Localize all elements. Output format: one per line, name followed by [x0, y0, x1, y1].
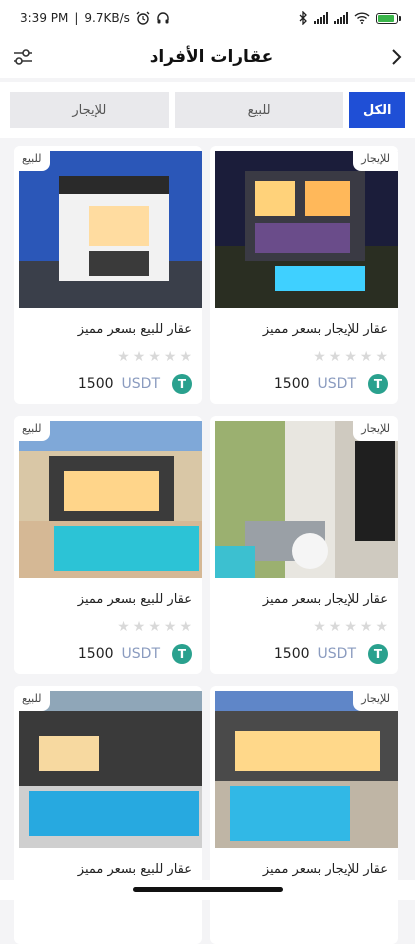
card-badge: للإيجار — [353, 416, 398, 441]
star-icon: ★ — [148, 619, 161, 635]
star-icon: ★ — [117, 619, 130, 635]
price-unit: USDT — [317, 376, 356, 392]
tab-all-label: الكل — [362, 102, 392, 118]
tether-icon: T — [368, 374, 388, 394]
rating-stars: ★ ★ ★ ★ ★ — [117, 350, 192, 364]
price-row: T USDT 1500 — [78, 374, 192, 394]
star-icon: ★ — [313, 619, 326, 635]
tab-all[interactable]: الكل — [349, 92, 405, 128]
status-time: 3:39 PM — [20, 11, 69, 25]
card-badge: للبيع — [14, 686, 50, 711]
star-icon: ★ — [179, 349, 192, 365]
price-row: T USDT 1500 — [78, 644, 192, 664]
tether-icon: T — [172, 374, 192, 394]
property-card[interactable]: للبيع عقار للبيع بسعر مميز ★ ★ ★ ★ ★ T USDT … — [14, 146, 202, 404]
card-title: عقار للبيع بسعر مميز — [77, 862, 192, 877]
chevron-right-icon[interactable] — [389, 47, 403, 67]
star-icon: ★ — [375, 349, 388, 365]
star-icon: ★ — [148, 349, 161, 365]
star-icon: ★ — [328, 619, 342, 635]
star-icon: ★ — [163, 619, 177, 635]
home-indicator[interactable] — [133, 887, 283, 892]
card-badge: للإيجار — [353, 686, 398, 711]
price-value: 1500 — [77, 376, 114, 392]
status-left: 3:39 PM | 9.7KB/s — [20, 11, 170, 25]
property-image — [19, 421, 202, 578]
card-badge: للبيع — [14, 146, 50, 171]
star-icon: ★ — [132, 349, 146, 365]
property-image — [19, 151, 202, 308]
star-icon: ★ — [344, 349, 357, 365]
property-image — [19, 691, 202, 848]
property-card[interactable]: للبيع عقار للبيع بسعر مميز — [14, 686, 202, 944]
alarm-icon — [136, 11, 150, 25]
card-title: عقار للبيع بسعر مميز — [77, 592, 192, 607]
status-speed: 9.7KB/s — [84, 11, 130, 25]
star-icon: ★ — [328, 349, 342, 365]
star-icon: ★ — [179, 619, 192, 635]
card-title: عقار للإيجار بسعر مميز — [262, 592, 388, 607]
signal-icon — [314, 12, 328, 24]
headset-icon — [157, 12, 169, 24]
wifi-icon — [354, 12, 370, 24]
price-value: 1500 — [77, 646, 114, 662]
tether-icon: T — [368, 644, 388, 664]
star-icon: ★ — [163, 349, 177, 365]
property-card[interactable]: للإيجار عقار للإيجار بسعر مميز — [210, 686, 398, 944]
property-card[interactable]: للإيجار عقار للإيجار بسعر مميز ★ ★ ★ ★ ★ T U… — [210, 146, 398, 404]
battery-icon — [376, 12, 401, 24]
star-icon: ★ — [344, 619, 357, 635]
page-title: عقارات الأفراد — [149, 47, 274, 67]
property-card[interactable]: للبيع عقار للبيع بسعر مميز ★ ★ ★ ★ ★ T USDT … — [14, 416, 202, 674]
property-image — [215, 421, 398, 578]
price-value: 1500 — [273, 646, 310, 662]
property-image — [215, 691, 398, 848]
status-separator: | — [74, 11, 79, 25]
property-card[interactable]: للإيجار عقار للإيجار بسعر مميز ★ ★ ★ ★ ★ T U… — [210, 416, 398, 674]
tab-for-sale[interactable]: للبيع — [174, 92, 344, 128]
tab-for-sale-label: للبيع — [247, 102, 271, 118]
card-title: عقار للبيع بسعر مميز — [77, 322, 192, 337]
property-image — [215, 151, 398, 308]
price-row: T USDT 1500 — [274, 374, 388, 394]
card-badge: للبيع — [14, 416, 50, 441]
header: عقارات الأفراد — [0, 36, 415, 78]
star-icon: ★ — [313, 349, 326, 365]
rating-stars: ★ ★ ★ ★ ★ — [313, 350, 388, 364]
rating-stars: ★ ★ ★ ★ ★ — [313, 620, 388, 634]
sliders-icon[interactable] — [12, 47, 34, 67]
star-icon: ★ — [359, 619, 373, 635]
signal-icon-2 — [334, 12, 348, 24]
tab-for-rent-label: للإيجار — [72, 102, 107, 118]
tab-for-rent[interactable]: للإيجار — [10, 92, 169, 128]
filter-tabs: الكل للبيع للإيجار — [0, 82, 415, 138]
status-bar: 3:39 PM | 9.7KB/s — [0, 0, 415, 36]
gesture-bar — [0, 880, 415, 900]
price-unit: USDT — [121, 376, 160, 392]
price-unit: USDT — [121, 646, 160, 662]
star-icon: ★ — [117, 349, 130, 365]
card-badge: للإيجار — [353, 146, 398, 171]
price-row: T USDT 1500 — [274, 644, 388, 664]
status-right — [298, 11, 401, 25]
tether-icon: T — [172, 644, 192, 664]
price-value: 1500 — [273, 376, 310, 392]
card-title: عقار للإيجار بسعر مميز — [262, 322, 388, 337]
rating-stars: ★ ★ ★ ★ ★ — [117, 620, 192, 634]
star-icon: ★ — [375, 619, 388, 635]
price-unit: USDT — [317, 646, 356, 662]
card-title: عقار للإيجار بسعر مميز — [262, 862, 388, 877]
bluetooth-icon — [299, 11, 307, 25]
star-icon: ★ — [359, 349, 373, 365]
star-icon: ★ — [132, 619, 146, 635]
